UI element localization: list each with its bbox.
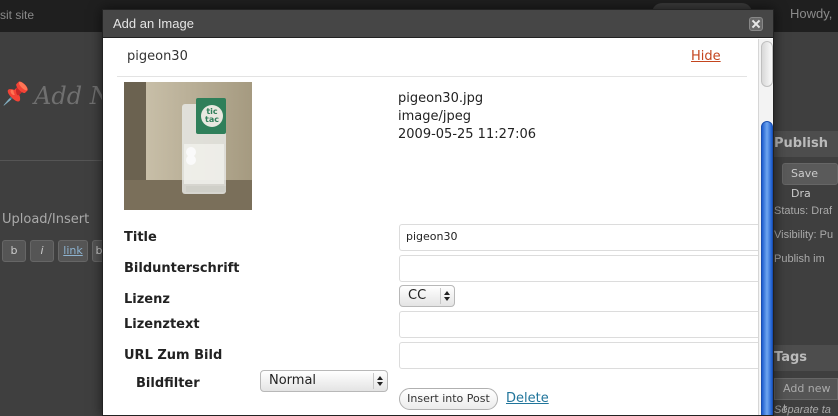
caption-label: Bildunterschrift (124, 261, 240, 276)
status-text: Status: Draf (774, 205, 833, 217)
media-item-header: pigeon30 Hide (117, 39, 747, 77)
hide-link[interactable]: Hide (691, 49, 721, 64)
media-item: pigeon30 Hide tic tac pigeon30.jpg image… (103, 39, 769, 415)
attachment-name: pigeon30 (127, 49, 188, 64)
license-select-value: CC (408, 288, 427, 303)
image-thumbnail: tic tac (124, 82, 252, 210)
pin-icon: 📌 (2, 82, 30, 107)
close-icon[interactable] (749, 17, 763, 31)
title-input[interactable]: pigeon30 (399, 224, 769, 251)
scrollbar[interactable] (758, 39, 773, 415)
modal-title: Add an Image (113, 16, 194, 31)
publish-immediately-text: Publish im (774, 253, 825, 265)
file-name: pigeon30.jpg (398, 91, 484, 106)
mime-type: image/jpeg (398, 109, 471, 124)
visit-site-link[interactable]: sit site (0, 8, 34, 22)
license-text-input[interactable] (399, 311, 769, 338)
select-arrows-icon (373, 373, 385, 389)
tictac-photo: tic tac (124, 82, 252, 210)
svg-text:tac: tac (205, 115, 219, 124)
url-label: URL Zum Bild (124, 348, 223, 363)
howdy-text: Howdy, (790, 6, 833, 21)
insert-into-post-button[interactable]: Insert into Post (399, 388, 498, 410)
save-draft-button[interactable]: Save Dra (782, 163, 838, 200)
title-label: Title (124, 230, 157, 245)
license-text-label: Lizenztext (124, 317, 200, 332)
select-arrows-icon (440, 288, 452, 304)
divider (0, 160, 102, 161)
publish-heading: Publish (774, 131, 838, 157)
license-select[interactable]: CC (399, 285, 455, 307)
upload-insert-label: Upload/Insert (2, 212, 90, 227)
scrollbar-thumb[interactable] (761, 121, 773, 415)
modal-titlebar: Add an Image (103, 10, 773, 38)
scrollbar-top-cap[interactable] (761, 41, 773, 87)
filter-select[interactable]: Normal (260, 370, 388, 392)
add-tag-input[interactable]: Add new t (774, 378, 838, 415)
italic-button[interactable]: i (30, 240, 54, 262)
caption-input[interactable] (399, 255, 769, 282)
separate-tags-hint: Separate ta (774, 404, 831, 416)
license-label: Lizenz (124, 292, 170, 307)
bold-button[interactable]: b (2, 240, 26, 262)
visibility-text: Visibility: Pu (774, 229, 834, 241)
link-button[interactable]: link (58, 240, 88, 262)
delete-link[interactable]: Delete (506, 391, 549, 406)
filter-label: Bildfilter (136, 376, 200, 391)
add-image-modal: Add an Image pigeon30 Hide tic tac pigeo… (102, 9, 774, 416)
url-input[interactable] (399, 342, 769, 369)
page-title: Add N (34, 82, 111, 110)
tags-heading: Tags (774, 345, 838, 371)
upload-date: 2009-05-25 11:27:06 (398, 127, 537, 142)
filter-select-value: Normal (269, 373, 317, 388)
